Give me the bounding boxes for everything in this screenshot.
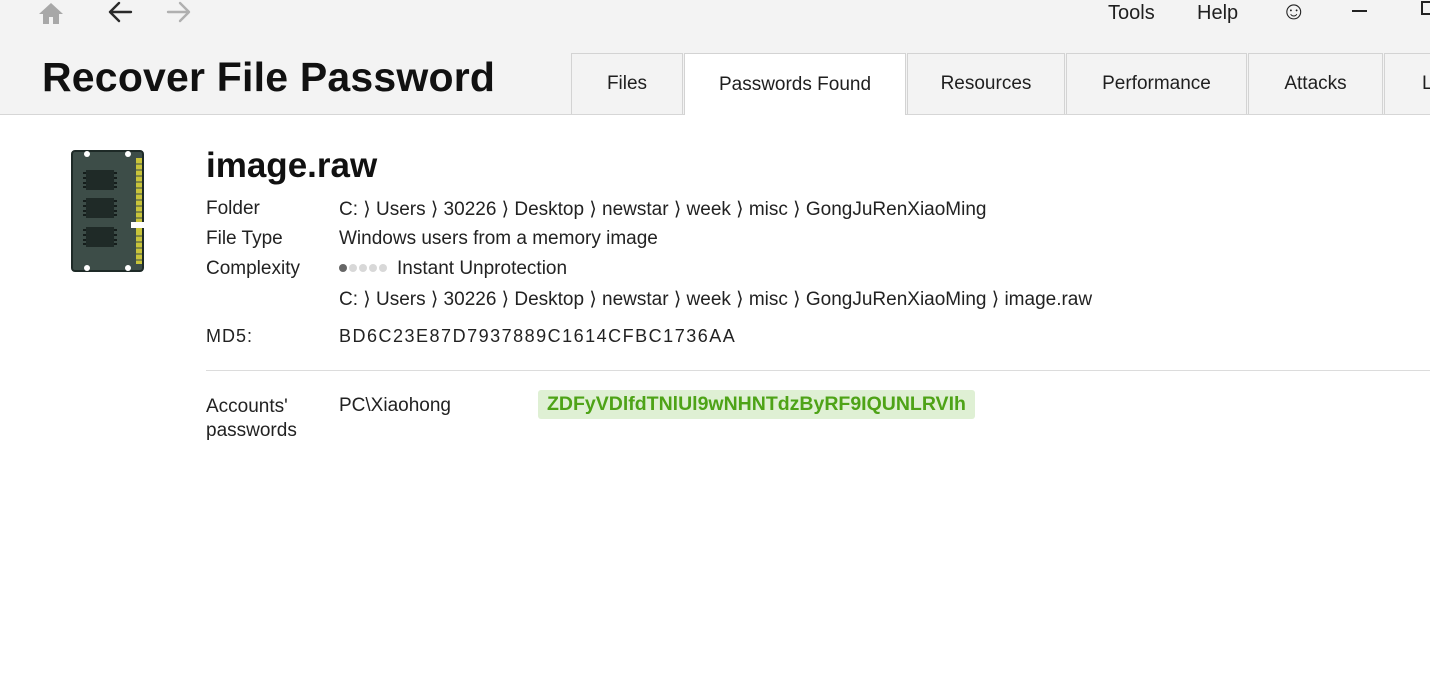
menu-tools[interactable]: Tools [1108, 0, 1155, 26]
minimize-icon[interactable] [1345, 0, 1375, 26]
complexity-dot [379, 264, 387, 273]
complexity-dot [339, 264, 347, 273]
tab-bar: Files Passwords Found Resources Performa… [571, 53, 1430, 115]
account-user: PC\Xiaohong [339, 395, 451, 416]
forward-icon[interactable] [162, 0, 196, 26]
tab-truncated[interactable]: L [1384, 53, 1430, 114]
tab-performance[interactable]: Performance [1066, 53, 1247, 114]
home-icon[interactable] [34, 0, 68, 26]
folder-label: Folder [206, 198, 260, 219]
full-file-path[interactable]: C: ⟩ Users ⟩ 30226 ⟩ Desktop ⟩ newstar ⟩… [339, 288, 1092, 311]
complexity-label: Complexity [206, 258, 300, 279]
complexity-text: Instant Unprotection [397, 258, 568, 279]
title-bar: Tools Help ☺ Recover File Password Files… [0, 0, 1430, 115]
complexity-meter [339, 256, 389, 278]
folder-path[interactable]: C: ⟩ Users ⟩ 30226 ⟩ Desktop ⟩ newstar ⟩… [339, 198, 986, 221]
found-password[interactable]: ZDFyVDlfdTNlUl9wNHNTdzByRF9IQUNLRVIh [538, 390, 975, 419]
file-name: image.raw [206, 146, 378, 185]
menu-help[interactable]: Help [1197, 0, 1238, 26]
file-type-label: File Type [206, 228, 283, 249]
file-type-value: Windows users from a memory image [339, 228, 658, 249]
complexity-value: Instant Unprotection [339, 258, 567, 280]
memory-module-icon [71, 150, 144, 272]
complexity-dot [349, 264, 357, 273]
back-icon[interactable] [103, 0, 137, 26]
md5-label: MD5: [206, 326, 254, 346]
section-divider [206, 370, 1430, 371]
tab-attacks[interactable]: Attacks [1248, 53, 1383, 114]
tab-files[interactable]: Files [571, 53, 683, 114]
smiley-icon[interactable]: ☺ [1281, 0, 1307, 24]
tab-resources[interactable]: Resources [907, 53, 1065, 114]
app-title: Recover File Password [42, 54, 496, 100]
accounts-passwords-label: Accounts' passwords [206, 396, 297, 441]
maximize-icon[interactable] [1414, 0, 1430, 26]
md5-value[interactable]: BD6C23E87D7937889C1614CFBC1736AA [339, 326, 736, 347]
complexity-dot [369, 264, 377, 273]
tab-passwords-found[interactable]: Passwords Found [684, 53, 906, 115]
complexity-dot [359, 264, 367, 273]
